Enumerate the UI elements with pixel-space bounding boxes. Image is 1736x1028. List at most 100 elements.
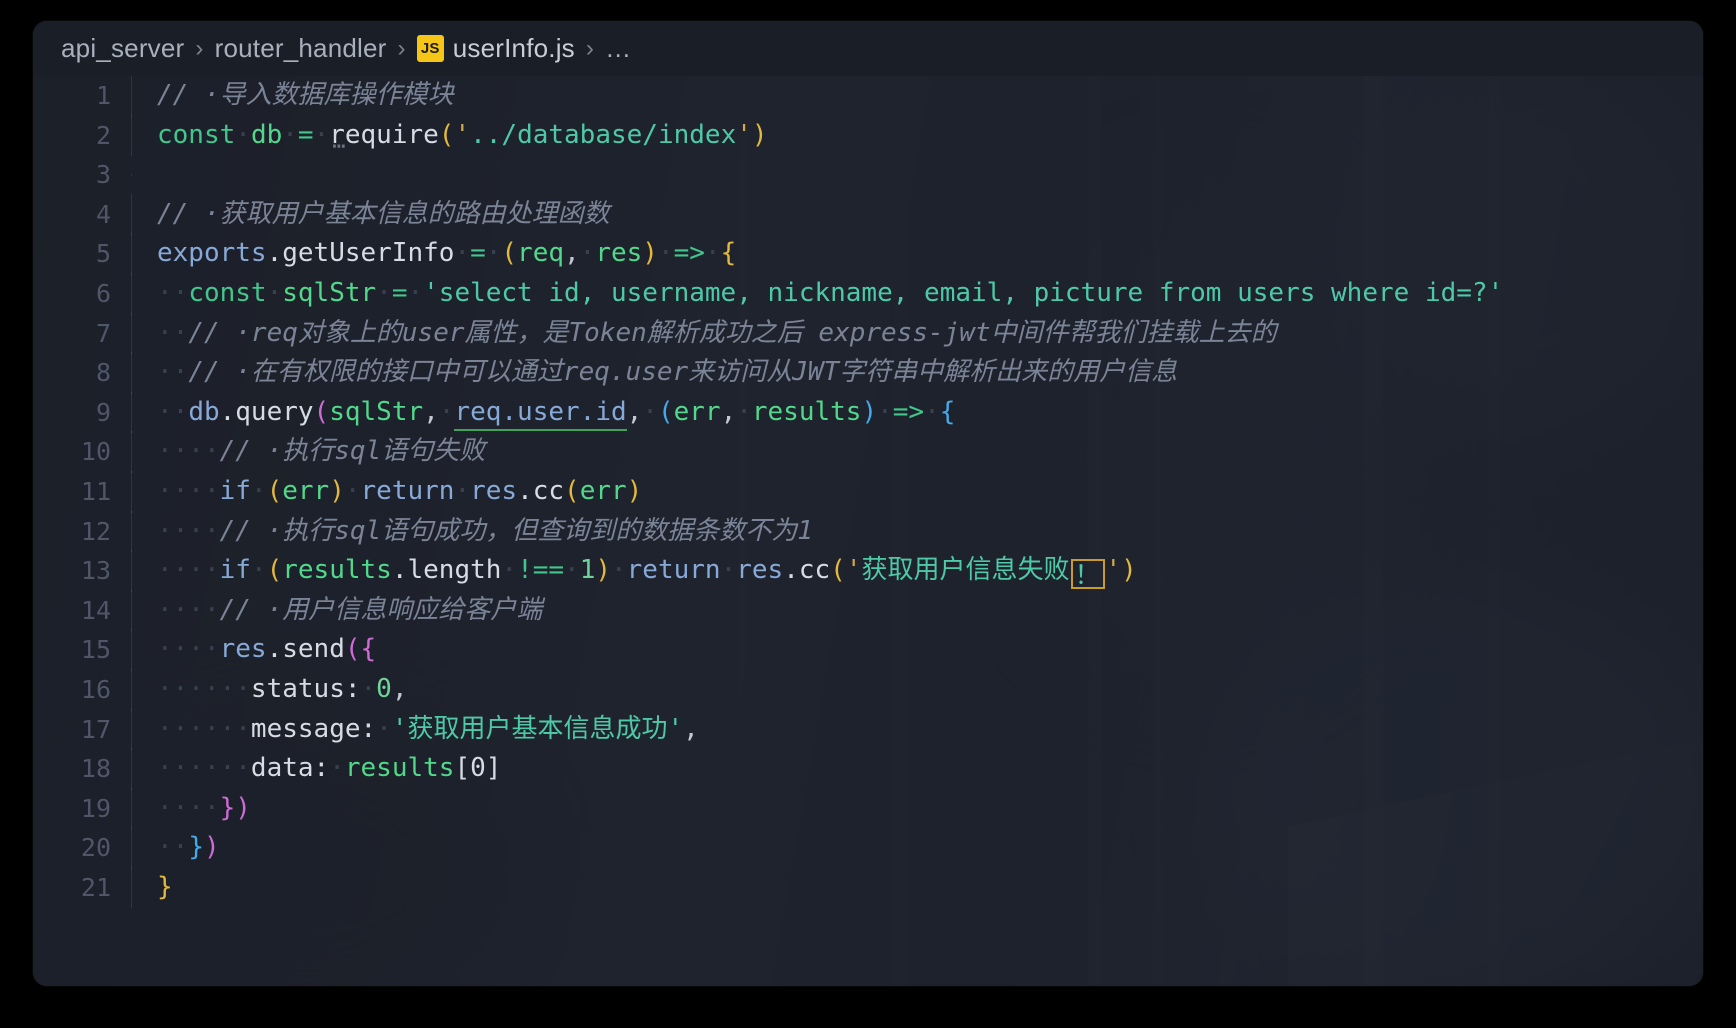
line-content[interactable]: ····// ·用户信息响应给客户端 <box>131 589 1703 631</box>
code-line: 2 const·db·=·require('../database/index'… <box>33 114 1703 156</box>
token-paren: ) <box>1121 555 1137 586</box>
token-keyword-if: if <box>219 475 251 506</box>
line-number: 11 <box>80 476 111 506</box>
token-paren: ) <box>642 238 658 269</box>
token-string-path: ../database/index <box>470 119 737 150</box>
line-number: 5 <box>95 239 111 269</box>
token-param-res: res <box>595 238 643 269</box>
token-identifier-sqlstr: sqlStr <box>329 396 424 427</box>
whitespace-dot: · <box>704 238 721 269</box>
whitespace-dot: ······ <box>157 713 251 744</box>
whitespace-dot: · <box>736 396 752 427</box>
whitespace-dot: ···· <box>157 634 220 665</box>
line-content[interactable]: // ·获取用户基本信息的路由处理函数 <box>131 193 1703 235</box>
line-content[interactable]: ····// ·执行sql语句成功，但查询到的数据条数不为1 <box>131 510 1703 552</box>
token-paren: ( <box>266 475 283 506</box>
line-content[interactable]: ······data:·results[0] <box>131 748 1703 790</box>
token-method-cc: .cc <box>783 555 831 586</box>
token-comma: , <box>391 673 408 704</box>
whitespace-dot: ······ <box>157 673 251 704</box>
whitespace-dot: ·· <box>157 317 189 348</box>
line-content[interactable]: exports.getUserInfo·=·(req,·res)·=>·{ <box>131 233 1703 275</box>
whitespace-dot: · <box>657 238 674 269</box>
whitespace-dot: · <box>344 475 361 506</box>
token-operator-assign: = <box>470 238 486 269</box>
token-keyword-return: return <box>360 475 455 506</box>
code-line: 18 ······data:·results[0] <box>33 748 1703 790</box>
line-content[interactable]: ····res.send({ <box>131 629 1703 671</box>
token-keyword-const: const <box>188 277 267 308</box>
whitespace-dot: · <box>250 475 267 506</box>
whitespace-dot: ···· <box>157 475 220 506</box>
whitespace-dot: · <box>360 673 377 704</box>
token-comment: // ·用户信息响应给客户端 <box>219 594 543 625</box>
token-string-error-message: 获取用户信息失败 <box>861 555 1070 586</box>
breadcrumb-separator-icon: › <box>397 34 406 62</box>
line-number: 4 <box>95 199 111 229</box>
token-paren: ( <box>657 396 674 427</box>
token-arrow: => <box>892 396 925 427</box>
breadcrumb-item-overflow[interactable]: … <box>605 33 631 64</box>
token-operator-strict-neq: !== <box>517 555 565 586</box>
code-editor[interactable]: 1 // ·导入数据库操作模块 2 const·db·=·require('..… <box>33 75 1703 986</box>
line-content[interactable]: // ·导入数据库操作模块 <box>131 75 1703 117</box>
line-content[interactable]: ··// ·req对象上的user属性，是Token解析成功之后 express… <box>131 312 1703 354</box>
line-number: 10 <box>80 437 111 467</box>
breadcrumb-item-api-server[interactable]: api_server <box>61 33 184 64</box>
line-number: 12 <box>80 516 111 546</box>
line-number: 13 <box>80 556 111 586</box>
code-line: 11 ····if·(err)·return·res.cc(err) <box>33 470 1703 513</box>
token-paren: ) <box>203 832 220 863</box>
token-comma: , <box>683 713 699 744</box>
token-method-query: .query <box>219 396 314 427</box>
token-comment: // ·在有权限的接口中可以通过req.user来访问从JWT字符串中解析出来的… <box>188 357 1178 388</box>
whitespace-dot: · <box>438 396 455 427</box>
line-content[interactable]: ··// ·在有权限的接口中可以通过req.user来访问从JWT字符串中解析出… <box>131 352 1703 394</box>
line-content[interactable]: ····}) <box>131 787 1703 829</box>
breadcrumb-item-file[interactable]: userInfo.js <box>453 33 575 64</box>
token-paren: ( <box>438 119 455 150</box>
token-comment: // ·执行sql语句成功，但查询到的数据条数不为1 <box>219 515 813 546</box>
line-content[interactable]: ····if·(results.length·!==·1)·return·res… <box>131 550 1703 592</box>
token-identifier-results: results <box>344 753 455 784</box>
whitespace-dot: · <box>313 119 330 150</box>
token-method-cc: .cc <box>517 475 565 506</box>
token-comma: , <box>720 396 737 427</box>
token-param-err: err <box>673 396 721 427</box>
line-content[interactable]: } <box>131 866 1703 909</box>
token-property-length: .length <box>391 555 502 586</box>
breadcrumb[interactable]: api_server › router_handler › JS userInf… <box>33 21 1703 76</box>
whitespace-dot: · <box>376 713 392 744</box>
line-content[interactable]: ··const·sqlStr·=·'select id, username, n… <box>131 272 1703 315</box>
line-content[interactable]: ····if·(err)·return·res.cc(err) <box>131 470 1703 513</box>
token-brace: } <box>157 871 173 902</box>
whitespace-dot: · <box>454 238 471 269</box>
line-content[interactable]: ····// ·执行sql语句失败 <box>131 431 1703 473</box>
line-content[interactable]: ······status:·0, <box>131 668 1703 711</box>
token-quote: ' <box>1105 555 1122 586</box>
line-number: 20 <box>80 833 111 863</box>
line-content[interactable]: ··}) <box>131 827 1703 869</box>
code-line: 10 ····// ·执行sql语句失败 <box>33 431 1703 473</box>
token-quote: ' <box>736 119 752 150</box>
line-content[interactable]: const·db·=·require('../database/index') <box>131 114 1703 156</box>
code-line: 14 ····// ·用户信息响应给客户端 <box>33 589 1703 631</box>
code-line: 16 ······status:·0, <box>33 668 1703 711</box>
line-content[interactable]: ··db.query(sqlStr,·req.user.id,·(err,·re… <box>131 391 1703 433</box>
breadcrumb-separator-icon: › <box>195 34 204 62</box>
token-param-results: results <box>751 396 862 427</box>
whitespace-dot: ·· <box>157 357 189 388</box>
token-paren: ) <box>329 475 345 506</box>
token-method-send: .send <box>266 634 345 665</box>
highlighted-character-box: ！ <box>1070 559 1105 591</box>
line-content[interactable]: ······message:·'获取用户基本信息成功', <box>131 708 1703 750</box>
token-key-data: data: <box>250 753 330 784</box>
token-identifier-sqlstr: sqlStr <box>282 277 377 308</box>
token-identifier-req-user-id[interactable]: req.user.id <box>454 396 627 431</box>
code-line: 5 exports.getUserInfo·=·(req,·res)·=>·{ <box>33 233 1703 275</box>
whitespace-dot: · <box>282 119 298 150</box>
breadcrumb-item-router-handler[interactable]: router_handler <box>215 33 387 64</box>
whitespace-dot: · <box>877 396 893 427</box>
whitespace-dot: ·· <box>157 277 189 308</box>
whitespace-dot: · <box>720 555 737 586</box>
